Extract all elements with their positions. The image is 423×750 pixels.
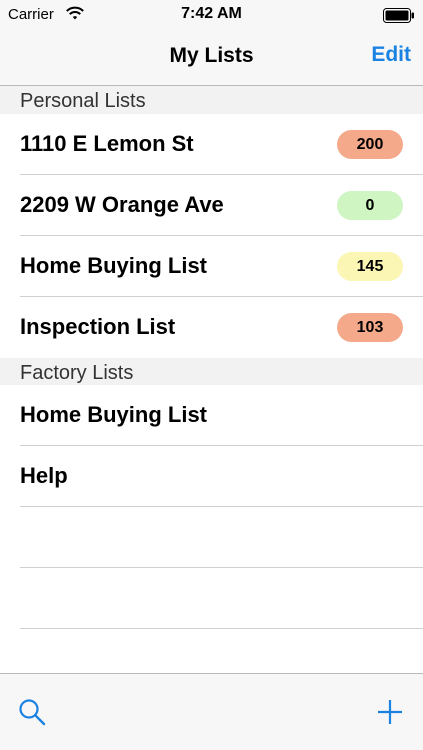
status-bar: Carrier 7:42 AM — [0, 0, 423, 30]
list-item-label: Inspection List — [20, 314, 176, 339]
navigation-bar: My Lists Edit — [0, 30, 423, 86]
count-badge: 200 — [337, 130, 403, 159]
list-item-label: Home Buying List — [20, 253, 208, 278]
battery-icon — [383, 8, 414, 23]
section-title: Factory Lists — [20, 362, 134, 384]
list-row-home-buying-list[interactable]: Home Buying List 145 — [0, 236, 423, 297]
section-title: Personal Lists — [20, 90, 146, 112]
row-divider — [20, 506, 423, 507]
list-row-factory-home-buying-list[interactable]: Home Buying List — [0, 385, 423, 446]
plus-icon[interactable] — [376, 698, 404, 726]
status-time: 7:42 AM — [181, 5, 242, 22]
row-divider — [20, 628, 423, 629]
count-badge: 103 — [337, 313, 403, 342]
list-row-2209-w-orange-ave[interactable]: 2209 W Orange Ave 0 — [0, 175, 423, 236]
list-row-1110-e-lemon-st[interactable]: 1110 E Lemon St 200 — [0, 114, 423, 175]
section-header-factory-lists: Factory Lists — [0, 358, 423, 388]
list-item-label: 2209 W Orange Ave — [20, 192, 224, 217]
list-item-label: 1110 E Lemon St — [20, 131, 194, 156]
count-badge: 145 — [337, 252, 403, 281]
edit-button[interactable]: Edit — [371, 43, 411, 67]
count-badge: 0 — [337, 191, 403, 220]
list-item-label: Help — [20, 463, 68, 488]
list-row-inspection-list[interactable]: Inspection List 103 — [0, 297, 423, 358]
list-row-help[interactable]: Help — [0, 446, 423, 507]
section-header-personal-lists: Personal Lists — [0, 86, 423, 116]
page-title: My Lists — [169, 44, 254, 67]
search-icon[interactable] — [18, 698, 46, 726]
list-item-label: Home Buying List — [20, 402, 208, 427]
row-divider — [20, 567, 423, 568]
bottom-toolbar — [0, 673, 423, 750]
